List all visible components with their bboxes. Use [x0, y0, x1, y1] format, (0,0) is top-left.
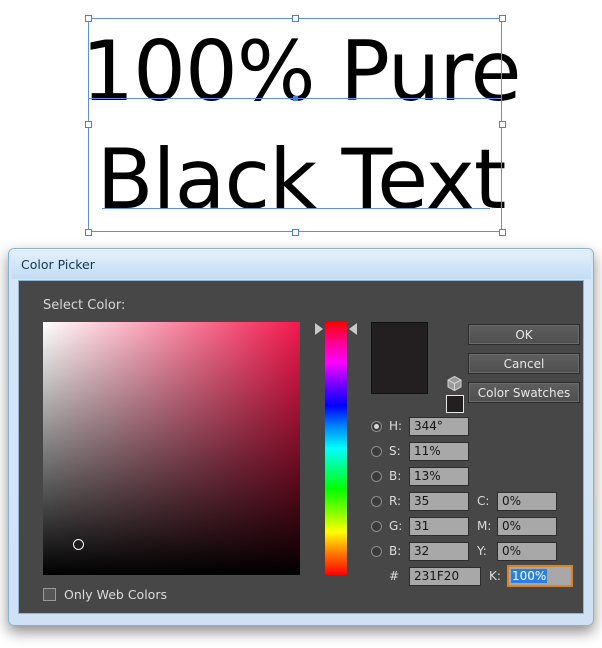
dialog-titlebar[interactable]: Color Picker	[11, 251, 591, 279]
selection-anchor-point[interactable]	[293, 96, 298, 101]
input-green[interactable]: 31	[409, 517, 469, 536]
radio-red[interactable]	[371, 496, 382, 507]
label-green: G:	[389, 519, 403, 533]
input-black-selected-text: 100%	[511, 569, 548, 583]
dialog-title: Color Picker	[21, 257, 95, 272]
label-cyan: C:	[477, 494, 490, 508]
input-red[interactable]: 35	[409, 492, 469, 511]
artboard-canvas: 100% Pure Black Text	[0, 0, 602, 240]
selection-handle-bottom-left[interactable]	[85, 229, 92, 236]
saturation-brightness-field[interactable]	[43, 322, 300, 575]
dialog-body: Select Color: OK Cancel Color Swatches H…	[18, 280, 584, 614]
only-web-colors-label: Only Web Colors	[64, 587, 167, 602]
selection-bounding-box[interactable]	[88, 18, 502, 232]
input-hue[interactable]: 344°	[409, 417, 469, 436]
selection-handle-top-center[interactable]	[292, 15, 299, 22]
hue-slider-marker-right-icon[interactable]	[349, 323, 357, 335]
label-magenta: M:	[477, 519, 492, 533]
input-cyan[interactable]: 0%	[497, 492, 557, 511]
selection-handle-middle-right[interactable]	[499, 121, 506, 128]
input-yellow[interactable]: 0%	[497, 542, 557, 561]
cancel-button[interactable]: Cancel	[468, 353, 580, 374]
label-brightness: B:	[389, 469, 402, 483]
label-saturation: S:	[389, 444, 401, 458]
radio-brightness[interactable]	[371, 471, 382, 482]
selection-handle-top-right[interactable]	[499, 15, 506, 22]
input-brightness[interactable]: 13%	[409, 467, 469, 486]
radio-hue[interactable]	[371, 421, 382, 432]
sv-field-marker[interactable]	[73, 539, 84, 550]
input-black[interactable]: 100%	[507, 565, 573, 587]
input-blue[interactable]: 32	[409, 542, 469, 561]
color-preview-swatch	[371, 322, 428, 394]
color-picker-dialog: Color Picker Select Color: OK Cancel Col…	[8, 248, 594, 626]
label-red: R:	[389, 494, 402, 508]
input-saturation[interactable]: 11%	[409, 442, 469, 461]
selection-handle-bottom-center[interactable]	[292, 229, 299, 236]
label-blue: B:	[389, 544, 402, 558]
label-yellow: Y:	[477, 544, 487, 558]
radio-saturation[interactable]	[371, 446, 382, 457]
selection-handle-bottom-right[interactable]	[499, 229, 506, 236]
radio-green[interactable]	[371, 521, 382, 532]
hue-slider-marker-left-icon[interactable]	[315, 323, 323, 335]
label-black: K:	[489, 569, 501, 583]
label-hue: H:	[389, 419, 403, 433]
current-color-swatch[interactable]	[446, 395, 464, 413]
color-cube-icon[interactable]	[446, 375, 463, 392]
input-hex[interactable]: 231F20	[409, 567, 481, 586]
selection-handle-top-left[interactable]	[85, 15, 92, 22]
color-swatches-button[interactable]: Color Swatches	[468, 382, 580, 403]
only-web-colors-checkbox[interactable]	[43, 588, 56, 601]
ok-button[interactable]: OK	[468, 324, 580, 345]
radio-blue[interactable]	[371, 546, 382, 557]
input-magenta[interactable]: 0%	[497, 517, 557, 536]
hue-slider-strip[interactable]	[325, 322, 347, 575]
select-color-label: Select Color:	[43, 298, 126, 313]
hex-sign-label: #	[389, 569, 400, 583]
selection-handle-middle-left[interactable]	[85, 121, 92, 128]
